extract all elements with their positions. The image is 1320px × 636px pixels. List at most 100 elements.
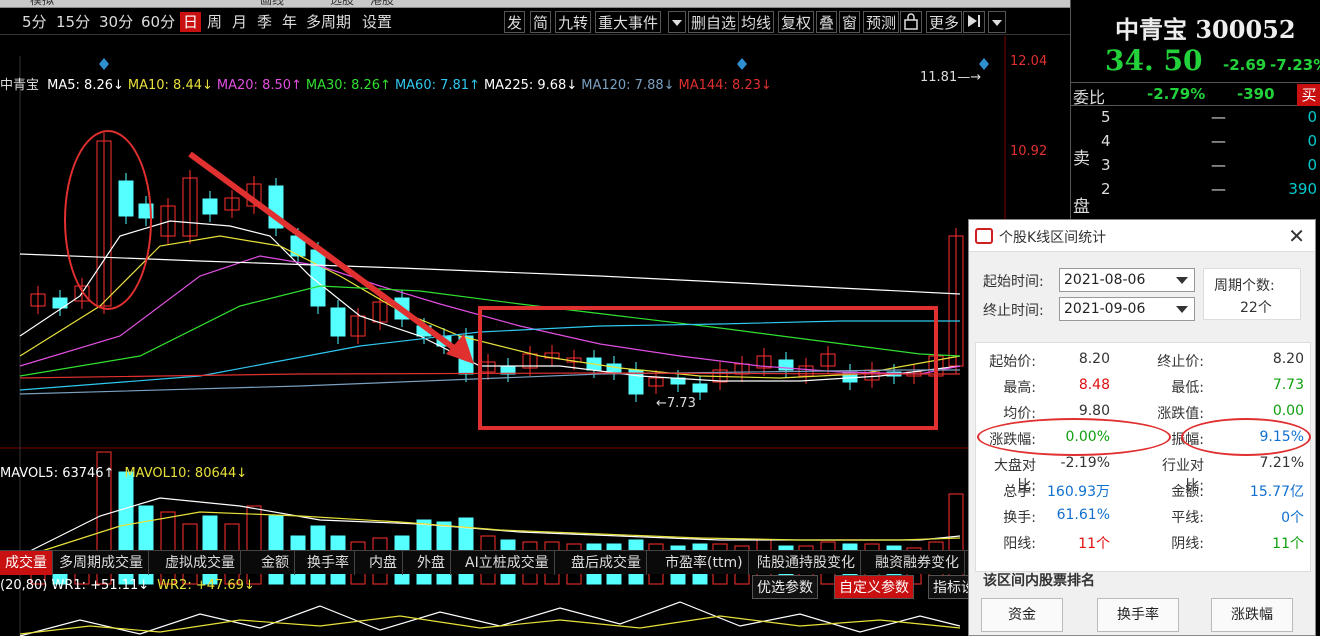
indicator-tab[interactable]: 虚拟成交量 [160,551,241,575]
weibi-row: 委比 -2.79% -390 买 [1071,82,1320,107]
indicator-tab[interactable]: 多周期成交量 [54,551,149,575]
stat-label: 阳线: [1003,536,1036,552]
indicator-tab[interactable]: 换手率 [302,551,355,575]
indicator-tab[interactable]: AI立桩成交量 [460,551,555,575]
settings-button[interactable]: 设置 [362,12,392,32]
end-time-select[interactable]: 2021-09-06 [1059,297,1195,321]
buy-button[interactable]: 买 [1297,84,1320,106]
tool-adjust[interactable]: 复权 [778,11,815,33]
stat-value: 61.61% [1056,507,1110,523]
tool-jiuzhuan[interactable]: 九转 [555,11,592,33]
period-60min[interactable]: 60分 [141,12,175,32]
close-icon[interactable]: ✕ [1288,224,1305,248]
start-time-label: 起始时间: [983,274,1044,290]
rank-change-button[interactable]: 涨跌幅 [1211,598,1293,632]
wr-legend: (20,80) WR1: +51.11↓ WR2: +47.69↓ [0,578,263,593]
top-menu-item[interactable]: 模拟 [30,0,54,7]
tool-fa[interactable]: 发 [504,11,526,33]
period-quarter[interactable]: 季 [257,12,272,32]
order-book-cell: 5 [1101,108,1111,126]
indicator-tab[interactable]: 陆股通持股变化 [752,551,861,575]
stock-title: 中青宝 300052 [1115,15,1296,44]
tool-more[interactable]: 更多 [926,11,963,33]
indicator-tab[interactable]: 盘后成交量 [566,551,647,575]
stat-label: 终止价: [1157,354,1204,370]
ma-legend-item: MA225: 9.68↓ [483,78,578,93]
annotation-circle-amplitude [1181,418,1311,456]
top-menu-item[interactable]: 选股 [330,0,354,7]
period-month[interactable]: 月 [232,12,247,32]
order-book-row: 3 — 0 [1071,156,1320,180]
candle-body [330,307,346,337]
order-book-cell: — [1211,108,1226,126]
dropdown-arrow-icon [1176,277,1188,284]
order-book-cell: 390 [1288,180,1317,198]
period-year[interactable]: 年 [282,12,297,32]
annotation-circle-surge [64,130,152,310]
period-15min[interactable]: 15分 [56,12,90,32]
indicator-tab[interactable]: 金额 [256,551,295,575]
chevron-down-icon[interactable] [988,11,1006,33]
tool-ma[interactable]: 均线 [738,11,775,33]
order-book-cell: 3 [1101,156,1111,174]
price-change-pct: -7.23% [1270,56,1320,74]
stat-label: 阴线: [1171,536,1204,552]
start-time-select[interactable]: 2021-08-06 [1059,268,1195,292]
play-bar-icon[interactable] [963,11,985,33]
period-multi[interactable]: 多周期 [306,12,351,32]
top-menu-item[interactable]: 港股 [370,0,394,7]
order-book-cell: 0 [1307,156,1317,174]
top-menu-item[interactable]: 画线 [260,0,284,7]
stat-label: 最高: [1003,380,1036,396]
annotation-circle-change [977,418,1171,456]
indicator-tab[interactable]: 融资融券变化 [870,551,965,575]
order-book-cell: 0 [1307,132,1317,150]
event-marker-icon [99,58,109,70]
stat-label: 换手: [1003,510,1036,526]
tool-jian[interactable]: 简 [530,11,552,33]
wr2-line [19,615,961,635]
tool-remove-watchlist[interactable]: 删自选 [688,11,740,33]
indicator-tab[interactable]: 市盈率(ttm) [660,551,749,575]
stat-value: 8.48 [1078,377,1110,393]
interval-stats-dialog: 个股K线区间统计 ✕ 起始时间: 2021-08-06 终止时间: 2021-0… [968,219,1316,636]
tool-overlay[interactable]: 叠 [816,11,838,33]
tool-major-events[interactable]: 重大事件 [595,11,662,33]
tool-forecast[interactable]: 预测 [863,11,900,33]
stat-value: 8.20 [1272,351,1304,367]
stat-label: 起始价: [989,354,1036,370]
volume-legend: MAVOL5: 63746↑ MAVOL10: 80644↓ [0,466,257,481]
order-book-cell: — [1211,180,1226,198]
period-30min[interactable]: 30分 [99,12,133,32]
lock-icon[interactable] [900,11,922,33]
annotation-box-range [478,306,938,430]
period-week[interactable]: 周 [207,12,222,32]
stat-value: 11个 [1272,536,1304,552]
preferred-params-button[interactable]: 优选参数 [752,575,818,599]
order-book-cell: — [1211,132,1226,150]
price-axis-label: 12.04 [1010,54,1048,69]
order-book-row: 2 — 390 [1071,180,1320,204]
custom-params-button[interactable]: 自定义参数 [834,575,914,599]
price-change: -2.69 [1223,56,1267,74]
order-book-cell: 4 [1101,132,1111,150]
indicator-tab[interactable]: 外盘 [412,551,451,575]
rank-fund-button[interactable]: 资金 [981,598,1063,632]
ma-legend-item: MA5: 8.26↓ [47,78,124,93]
tool-window[interactable]: 窗 [839,11,861,33]
period-5min[interactable]: 5分 [22,12,47,32]
rank-turnover-button[interactable]: 换手率 [1097,598,1179,632]
period-day[interactable]: 日 [180,12,202,32]
end-time-label: 终止时间: [983,303,1044,319]
indicator-tab[interactable]: 内盘 [364,551,403,575]
order-book-cell: 0 [1307,108,1317,126]
indicator-tab[interactable]: 成交量 [0,551,53,575]
stat-value: 9.80 [1078,403,1110,419]
ma-legend-item: MA10: 8.44↓ [127,78,213,93]
dropdown-arrow-icon [1176,306,1188,313]
app-logo-icon [975,228,993,244]
stat-value: 15.77亿 [1249,484,1304,500]
order-book-cell: — [1211,156,1226,174]
high-price-marker: 11.81—→ [920,70,982,85]
chevron-down-icon[interactable] [668,11,686,33]
